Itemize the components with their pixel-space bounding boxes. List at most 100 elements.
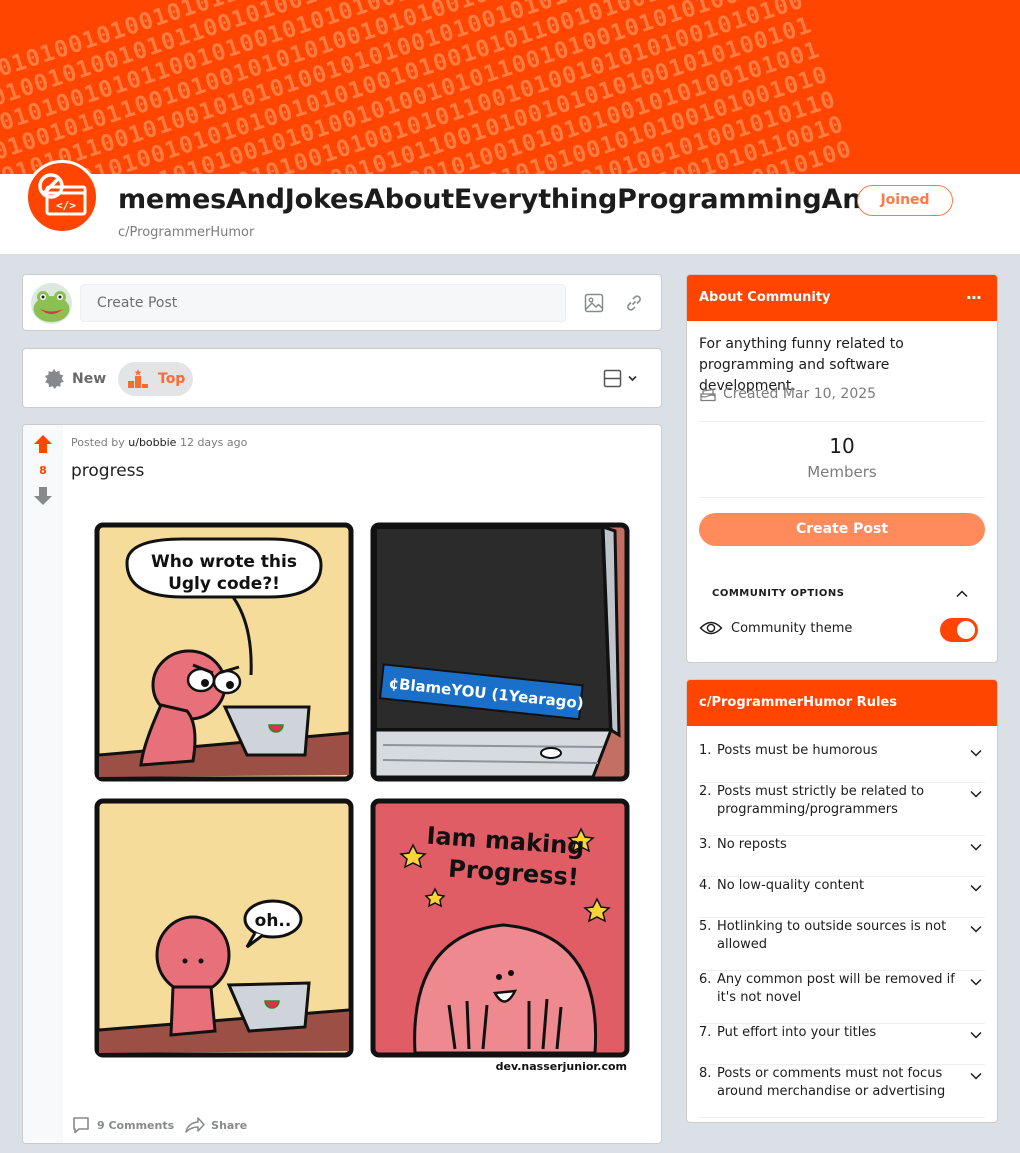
rule-text: Posts must be humorous <box>717 743 878 758</box>
post-age: 12 days ago <box>179 436 248 449</box>
rule-text: Posts must strictly be related to progra… <box>717 784 925 817</box>
members-label: Members <box>807 463 877 481</box>
rule-item[interactable]: 2. Posts must strictly be related to prog… <box>699 783 985 836</box>
community-banner: 0101001010100101001010110010100101010100… <box>0 0 1020 174</box>
link-icon[interactable] <box>623 292 645 314</box>
members-count: 10 <box>829 434 855 458</box>
comment-icon <box>73 1117 89 1134</box>
downvote-icon[interactable] <box>32 485 54 507</box>
share-button[interactable]: Share <box>184 1115 247 1135</box>
share-label: Share <box>211 1118 248 1132</box>
comic-panel-1-speech-line-1: Who wrote this <box>151 552 297 572</box>
rules-title: c/ProgrammerHumor Rules <box>699 695 897 710</box>
chevron-down-icon[interactable] <box>969 881 983 895</box>
chevron-up-icon[interactable] <box>955 587 969 601</box>
created-date: Created Mar 10, 2025 <box>723 386 877 402</box>
chevron-down-icon <box>628 375 637 382</box>
top-sort-icon <box>128 369 148 388</box>
rule-item[interactable]: 6. Any common post will be removed if it'… <box>699 971 985 1024</box>
rule-number: 4. <box>699 878 712 893</box>
post-comic-image[interactable]: Who wrote this Ugly code?! ¢BlameYOU (1Y… <box>83 515 643 1075</box>
comic-panel-4: Iam making Progress! <box>370 798 630 1058</box>
chevron-down-icon[interactable] <box>969 1069 983 1083</box>
image-icon[interactable] <box>583 292 605 314</box>
community-header: </> memesAndJokesAboutEverythingProgramm… <box>0 160 1020 254</box>
rule-number: 5. <box>699 919 712 934</box>
rule-number: 7. <box>699 1025 712 1040</box>
comments-button[interactable]: 9 Comments <box>71 1115 174 1135</box>
avatar[interactable] <box>31 283 72 324</box>
rule-text: Hotlinking to outside sources is not all… <box>717 919 947 952</box>
vote-count: 8 <box>39 464 47 477</box>
about-community-header: About Community ··· <box>687 275 997 321</box>
about-divider-2 <box>699 497 985 498</box>
comments-label: 9 Comments <box>97 1118 175 1132</box>
rules-header: c/ProgrammerHumor Rules <box>687 680 997 726</box>
rule-number: 6. <box>699 972 712 987</box>
rule-number: 8. <box>699 1066 712 1081</box>
comic-credit: dev.nasserjunior.com <box>496 1060 627 1073</box>
cake-icon <box>700 388 716 402</box>
post-title[interactable]: progress <box>71 461 144 481</box>
rule-item[interactable]: 5. Hotlinking to outside sources is not a… <box>699 918 985 971</box>
chevron-down-icon[interactable] <box>969 787 983 801</box>
community-theme-row: Community theme <box>699 620 852 636</box>
post-author-link[interactable]: u/bobbie <box>128 436 176 449</box>
eye-icon <box>699 621 723 635</box>
vote-column: 8 <box>23 425 63 1143</box>
chevron-down-icon[interactable] <box>969 746 983 760</box>
joined-button[interactable]: Joined <box>857 185 953 216</box>
toggle-knob <box>957 621 975 639</box>
rule-item[interactable]: 4. No low-quality content <box>699 877 985 918</box>
create-post-button[interactable]: Create Post <box>699 513 985 546</box>
chevron-down-icon[interactable] <box>969 840 983 854</box>
community-created: Created Mar 10, 2025 <box>699 386 876 402</box>
comic-panel-3: oh.. <box>94 798 354 1058</box>
chevron-down-icon[interactable] <box>969 922 983 936</box>
rule-text: No low-quality content <box>717 878 865 893</box>
banner-binary-pattern: 0101001010100101001010110010100101010100… <box>0 0 855 174</box>
svg-text:</>: </> <box>56 199 76 212</box>
about-community-title: About Community <box>699 290 831 305</box>
rule-number: 3. <box>699 837 712 852</box>
sort-bar: New Top <box>22 348 662 408</box>
about-divider-1 <box>699 421 985 422</box>
rule-item[interactable]: 8. Posts or comments must not focus aroun… <box>699 1065 985 1118</box>
rules-card: c/ProgrammerHumor Rules 1. Posts must be … <box>686 679 998 1123</box>
new-sort-icon <box>45 369 64 389</box>
community-theme-toggle[interactable] <box>940 618 978 642</box>
sort-new-button[interactable]: New <box>43 367 106 391</box>
sort-new-label: New <box>72 371 107 387</box>
posted-by-label: Posted by <box>71 436 125 449</box>
community-slug: c/ProgrammerHumor <box>118 225 255 240</box>
comic-panel-1: Who wrote this Ugly code?! <box>94 522 354 782</box>
post-card[interactable]: 8 Posted by u/bobbie 12 days ago progres… <box>22 424 662 1144</box>
post-actions: 9 Comments Share <box>71 1115 247 1135</box>
layout-toggle[interactable] <box>603 367 643 391</box>
rule-number: 2. <box>699 784 712 799</box>
rule-item[interactable]: 7. Put effort into your titles <box>699 1024 985 1065</box>
rule-text: Posts or comments must not focus around … <box>717 1066 946 1099</box>
about-community-card: About Community ··· For anything funny r… <box>686 274 998 663</box>
community-logo-icon[interactable]: </> <box>25 160 99 234</box>
create-post-input[interactable]: Create Post <box>80 284 566 322</box>
share-icon <box>185 1117 205 1133</box>
rule-number: 1. <box>699 743 712 758</box>
upvote-icon[interactable] <box>32 433 54 455</box>
more-icon[interactable]: ··· <box>966 275 982 321</box>
rule-text: Any common post will be removed if it's … <box>717 972 955 1005</box>
comic-panel-3-speech: oh.. <box>255 911 292 931</box>
community-theme-label: Community theme <box>731 620 853 636</box>
create-post-bar: Create Post <box>22 274 662 331</box>
layout-icon <box>603 369 622 388</box>
community-options-title[interactable]: COMMUNITY OPTIONS <box>712 588 844 599</box>
rule-item[interactable]: 3. No reposts <box>699 836 985 877</box>
chevron-down-icon[interactable] <box>969 1028 983 1042</box>
rule-item[interactable]: 1. Posts must be humorous <box>699 742 985 783</box>
post-meta: Posted by u/bobbie 12 days ago <box>71 436 247 449</box>
comic-panel-2: ¢BlameYOU (1Yearago) <box>370 522 630 782</box>
comic-panel-1-speech-line-2: Ugly code?! <box>168 574 280 594</box>
rule-text: No reposts <box>717 837 787 852</box>
sort-top-button[interactable]: Top <box>118 362 193 396</box>
chevron-down-icon[interactable] <box>969 975 983 989</box>
